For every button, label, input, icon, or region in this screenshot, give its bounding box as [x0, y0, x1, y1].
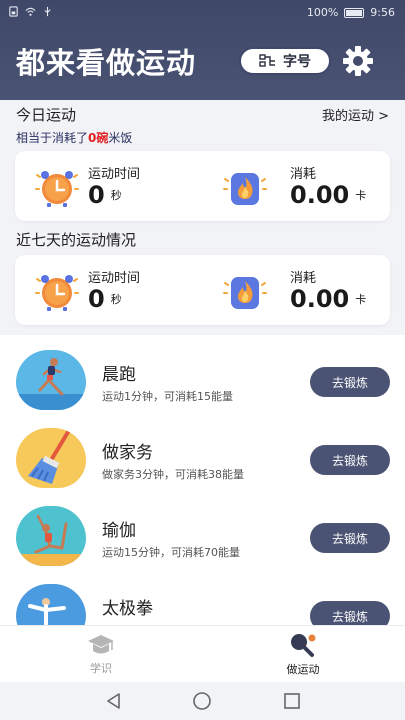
tab-exercise[interactable]: 做运动 — [202, 626, 404, 683]
exercise-list: 晨跑 运动1分钟，可消耗15能量 去锻炼 做家务 做家务3分钟，可消耗38能量 … — [0, 335, 405, 625]
app-header: 100% 9:56 都来看做运动 字号 — [0, 0, 405, 100]
equiv-prefix: 相当于消耗了 — [16, 131, 89, 145]
clock: 9:56 — [370, 6, 395, 19]
today-calorie-stat: 消耗 0.00 卡 — [205, 151, 390, 221]
recents-icon[interactable] — [282, 691, 302, 711]
exercise-item-morning-run[interactable]: 晨跑 运动1分钟，可消耗15能量 去锻炼 — [0, 335, 405, 413]
rice-equivalent-text: 相当于消耗了0碗米饭 — [16, 129, 132, 146]
equiv-suffix: 米饭 — [108, 131, 133, 145]
status-bar: 100% 9:56 — [0, 0, 405, 26]
today-time-label: 运动时间 — [88, 167, 141, 182]
tab-knowledge[interactable]: 学识 — [0, 626, 202, 683]
usb-icon — [44, 6, 51, 17]
today-section-title: 今日运动 — [16, 106, 77, 124]
week-time-value: 0秒 — [88, 285, 122, 313]
bottom-tab-bar: 学识 做运动 — [0, 625, 405, 682]
battery-percent: 100% — [306, 6, 339, 19]
exercise-item-taichi[interactable]: 太极拳 去锻炼 — [0, 569, 405, 625]
today-time-unit: 秒 — [110, 189, 122, 202]
today-time-number: 0 — [88, 181, 105, 209]
week-calorie-label: 消耗 — [290, 271, 317, 286]
week-time-label: 运动时间 — [88, 271, 141, 286]
font-size-label: 字号 — [283, 54, 311, 70]
system-nav-bar — [0, 682, 405, 720]
font-size-icon — [259, 54, 275, 67]
battery-icon — [344, 7, 365, 18]
exercise-name: 做家务 — [102, 443, 153, 463]
week-calorie-number: 0.00 — [290, 285, 350, 313]
app-title: 都来看做运动 — [16, 46, 197, 80]
week-time-number: 0 — [88, 285, 105, 313]
yoga-icon — [16, 506, 86, 566]
flame-icon — [223, 173, 267, 205]
table-tennis-icon — [291, 634, 316, 657]
today-calorie-label: 消耗 — [290, 167, 317, 182]
exercise-desc: 运动1分钟，可消耗15能量 — [102, 390, 233, 403]
today-stats-card: 运动时间 0秒 消耗 0.00 卡 — [15, 151, 390, 221]
equiv-bowls: 0碗 — [88, 131, 109, 145]
settings-button[interactable] — [339, 42, 377, 80]
sim-icon — [9, 6, 18, 17]
week-time-unit: 秒 — [110, 293, 122, 306]
go-exercise-button[interactable]: 去锻炼 — [310, 601, 390, 625]
flame-icon — [223, 277, 267, 309]
tab-label: 学识 — [90, 662, 112, 675]
exercise-name: 瑜伽 — [102, 521, 136, 541]
week-calorie-stat: 消耗 0.00 卡 — [205, 255, 390, 325]
go-exercise-button[interactable]: 去锻炼 — [310, 445, 390, 475]
gear-icon — [343, 46, 373, 76]
exercise-desc: 运动15分钟，可消耗70能量 — [102, 546, 240, 559]
font-size-button[interactable]: 字号 — [239, 47, 331, 75]
alarm-clock-icon — [35, 275, 79, 311]
tab-label: 做运动 — [286, 663, 320, 676]
exercise-item-housework[interactable]: 做家务 做家务3分钟，可消耗38能量 去锻炼 — [0, 413, 405, 491]
week-calorie-value: 0.00 卡 — [290, 285, 366, 313]
graduation-cap-icon — [88, 635, 114, 654]
back-icon[interactable] — [104, 691, 124, 711]
today-calorie-number: 0.00 — [290, 181, 350, 209]
today-time-stat: 运动时间 0秒 — [15, 151, 205, 221]
broom-icon — [16, 428, 86, 488]
alarm-clock-icon — [35, 171, 79, 207]
today-calorie-unit: 卡 — [355, 189, 367, 202]
go-exercise-button[interactable]: 去锻炼 — [310, 523, 390, 553]
week-stats-card: 运动时间 0秒 消耗 0.00 卡 — [15, 255, 390, 325]
my-sport-link[interactable]: 我的运动 > — [322, 105, 389, 124]
week-section-title: 近七天的运动情况 — [16, 231, 137, 249]
today-calorie-value: 0.00 卡 — [290, 181, 366, 209]
exercise-name: 太极拳 — [102, 599, 153, 619]
week-time-stat: 运动时间 0秒 — [15, 255, 205, 325]
exercise-desc: 做家务3分钟，可消耗38能量 — [102, 468, 244, 481]
runner-icon — [16, 350, 86, 410]
taichi-icon — [16, 584, 86, 625]
exercise-name: 晨跑 — [102, 365, 136, 385]
go-exercise-button[interactable]: 去锻炼 — [310, 367, 390, 397]
home-icon[interactable] — [192, 691, 212, 711]
today-time-value: 0秒 — [88, 181, 122, 209]
week-calorie-unit: 卡 — [355, 293, 367, 306]
wifi-icon — [25, 7, 36, 16]
exercise-item-yoga[interactable]: 瑜伽 运动15分钟，可消耗70能量 去锻炼 — [0, 491, 405, 569]
